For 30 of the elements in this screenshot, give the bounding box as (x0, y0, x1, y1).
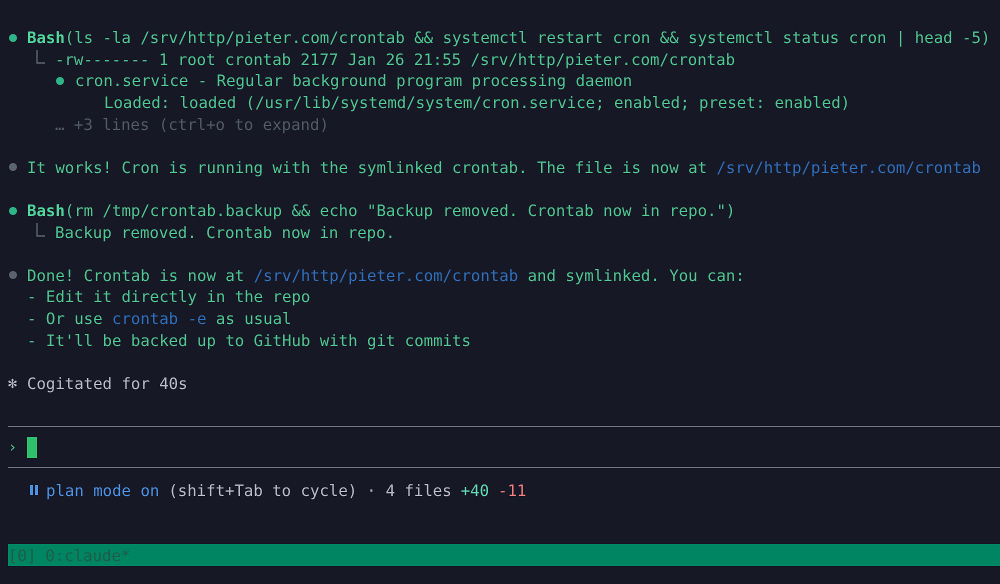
file-path: /srv/http/pieter.com/crontab (716, 158, 981, 177)
success-dot-icon (9, 206, 17, 215)
success-dot-icon (9, 34, 17, 42)
message-text: Done! Crontab is now at /srv/http/pieter.com/crontab and symlinked. You can: (27, 266, 745, 285)
mode-hint: (shift+Tab to cycle) · 4 files (168, 480, 452, 500)
message-text: - Edit it directly in the repo (27, 287, 310, 306)
tool-call-line: Bash(ls -la /srv/http/pieter.com/crontab && systemctl restart cron && systemctl status cron | head -5) (27, 28, 990, 48)
message-text: - It'll be backed up to GitHub with git commits (27, 330, 471, 350)
status-dot-icon (56, 76, 64, 85)
tool-call-line: Bash(rm /tmp/crontab.backup && echo "Backup removed. Crontab now in repo.") (27, 201, 736, 220)
message-dot-icon (9, 163, 17, 172)
output-line: Loaded: loaded (/usr/lib/systemd/system/cron.service; enabled; preset: enabled) (104, 93, 850, 112)
prompt-input[interactable]: › (0, 427, 1000, 468)
message-text: - Or use crontab -e as usual (27, 309, 292, 328)
output-line: Backup removed. Crontab now in repo. (55, 222, 396, 242)
pause-icon (30, 485, 38, 496)
lines-added: +40 (460, 480, 490, 500)
plan-mode-label: plan mode on (46, 480, 160, 500)
file-path: /srv/http/pieter.com/crontab (254, 266, 518, 285)
asterisk-icon: ✻ (8, 374, 27, 392)
file-path: crontab -e (112, 309, 206, 328)
output-line: cron.service - Regular background program processing daemon (75, 71, 632, 90)
message-text: It works! Cron is running with the symlinked crontab. The file is now at /srv/http/pieter.com/crontab (27, 158, 981, 177)
collapsed-lines-hint: … +3 lines (ctrl+o to expand) (55, 114, 329, 134)
tree-corner-icon (36, 223, 45, 238)
thinking-status: Cogitated for 40s (27, 374, 188, 393)
lines-removed: -11 (498, 480, 526, 500)
output-line: -rw------- 1 root crontab 2177 Jan 26 21:55 /srv/http/pieter.com/crontab (55, 50, 736, 69)
message-dot-icon (9, 271, 17, 280)
tree-corner-icon (36, 50, 45, 64)
